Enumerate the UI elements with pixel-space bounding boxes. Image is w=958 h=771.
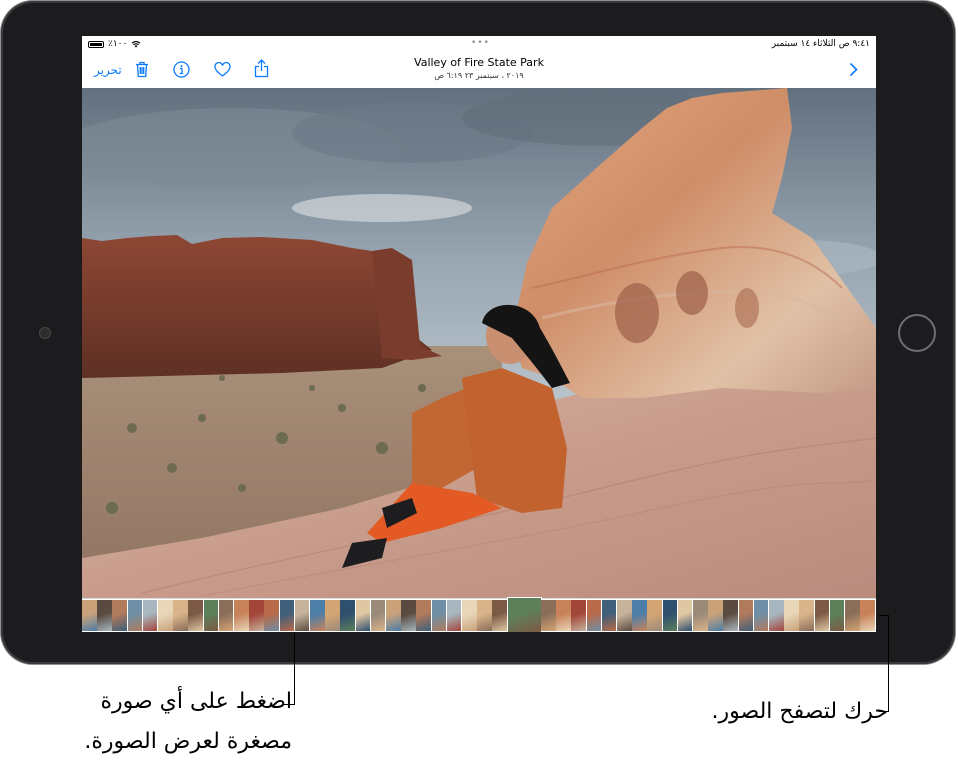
thumbnail[interactable] [173, 600, 188, 631]
photo-date: ٢٠١٩ ، سبتمبر ٢٣ ٦:١٩ ص [434, 71, 524, 80]
thumbnail[interactable] [431, 600, 447, 631]
callout-drag-text: حرك لتصفح الصور. [711, 699, 888, 724]
thumbnail[interactable] [647, 600, 663, 631]
callout-leader-drag-tick [879, 711, 889, 712]
thumbnail[interactable] [158, 600, 173, 631]
callout-leader-tap [294, 633, 295, 705]
thumbnail[interactable] [784, 600, 799, 631]
status-time-date: ٩:٤١ ص الثلاثاء ١٤ سبتمبر [771, 39, 870, 49]
thumbnail[interactable] [82, 600, 97, 631]
photo-image [82, 88, 876, 599]
thumbnail[interactable] [462, 600, 477, 631]
thumbnail[interactable] [112, 600, 127, 631]
thumbnail[interactable] [310, 600, 325, 631]
thumbnail[interactable] [234, 600, 249, 631]
photo-title-block: Valley of Fire State Park ٢٠١٩ ، سبتمبر … [82, 56, 876, 80]
thumbnail[interactable] [586, 600, 602, 631]
photo-toolbar: تحرير Valley of Fire State Park ٢٠١٩ ، س… [82, 52, 876, 88]
callout-tap-line2: مصغرة لعرض الصورة. [84, 729, 292, 754]
thumbnail[interactable] [142, 600, 158, 631]
thumbnail[interactable] [769, 600, 784, 631]
callout-tap-thumbnail: اضغط على أي صورة مصغرة لعرض الصورة. [40, 682, 292, 762]
thumbnail[interactable] [127, 600, 143, 631]
thumbnail[interactable] [218, 600, 234, 631]
thumbnail[interactable] [556, 600, 571, 631]
thumbnail[interactable] [814, 600, 830, 631]
status-left: ٪١٠٠ [88, 39, 141, 49]
thumbnail[interactable] [753, 600, 769, 631]
thumbnail-filmstrip[interactable] [82, 597, 876, 632]
thumbnail[interactable] [294, 600, 310, 631]
thumbnail[interactable] [738, 600, 754, 631]
thumbnail[interactable] [845, 600, 860, 631]
home-button[interactable] [898, 314, 936, 352]
callout-leader-tap-tick [283, 704, 295, 705]
thumbnail[interactable] [446, 600, 462, 631]
thumbnail[interactable] [571, 600, 587, 631]
battery-icon [88, 40, 104, 48]
thumbnail[interactable] [799, 600, 815, 631]
thumbnail-selected[interactable] [506, 597, 543, 632]
thumbnail[interactable] [203, 600, 219, 631]
thumbnail[interactable] [97, 600, 112, 631]
thumbnail[interactable] [401, 600, 416, 631]
thumbnail[interactable] [601, 600, 617, 631]
thumbnail[interactable] [860, 600, 875, 631]
callout-drag-browse: حرك لتصفح الصور. [640, 692, 888, 732]
thumbnail[interactable] [264, 600, 279, 631]
thumbnail[interactable] [723, 600, 739, 631]
thumbnail[interactable] [677, 600, 693, 631]
callout-leader-drag-top [879, 615, 889, 616]
thumbnail[interactable] [829, 600, 845, 631]
thumbnail[interactable] [477, 600, 492, 631]
thumbnail[interactable] [541, 600, 556, 631]
callout-tap-line1: اضغط على أي صورة [100, 689, 292, 714]
thumbnail[interactable] [662, 600, 678, 631]
chevron-right-icon[interactable] [846, 61, 860, 77]
thumbnail[interactable] [492, 600, 507, 631]
photo-view[interactable] [82, 88, 876, 599]
thumbnail[interactable] [340, 600, 355, 631]
thumbnail[interactable] [188, 600, 203, 631]
status-bar: ٪١٠٠ ••• ٩:٤١ ص الثلاثاء ١٤ سبتمبر [82, 36, 876, 52]
thumbnail[interactable] [325, 600, 340, 631]
photo-title: Valley of Fire State Park [414, 56, 544, 69]
thumbnail[interactable] [632, 600, 647, 631]
front-camera [39, 327, 51, 339]
thumbnail[interactable] [279, 600, 295, 631]
thumbnail[interactable] [386, 600, 401, 631]
thumbnail[interactable] [693, 600, 708, 631]
thumbnail[interactable] [370, 600, 386, 631]
thumbnail[interactable] [617, 600, 632, 631]
battery-level: ٪١٠٠ [108, 39, 128, 49]
multitasking-handle[interactable]: ••• [471, 38, 490, 48]
thumbnail[interactable] [708, 600, 723, 631]
thumbnail[interactable] [249, 600, 264, 631]
wifi-icon [131, 41, 141, 48]
thumbnail[interactable] [416, 600, 431, 631]
thumbnail[interactable] [355, 600, 371, 631]
callout-leader-drag [888, 615, 889, 712]
ipad-screen: ٪١٠٠ ••• ٩:٤١ ص الثلاثاء ١٤ سبتمبر تحرير [82, 36, 876, 632]
